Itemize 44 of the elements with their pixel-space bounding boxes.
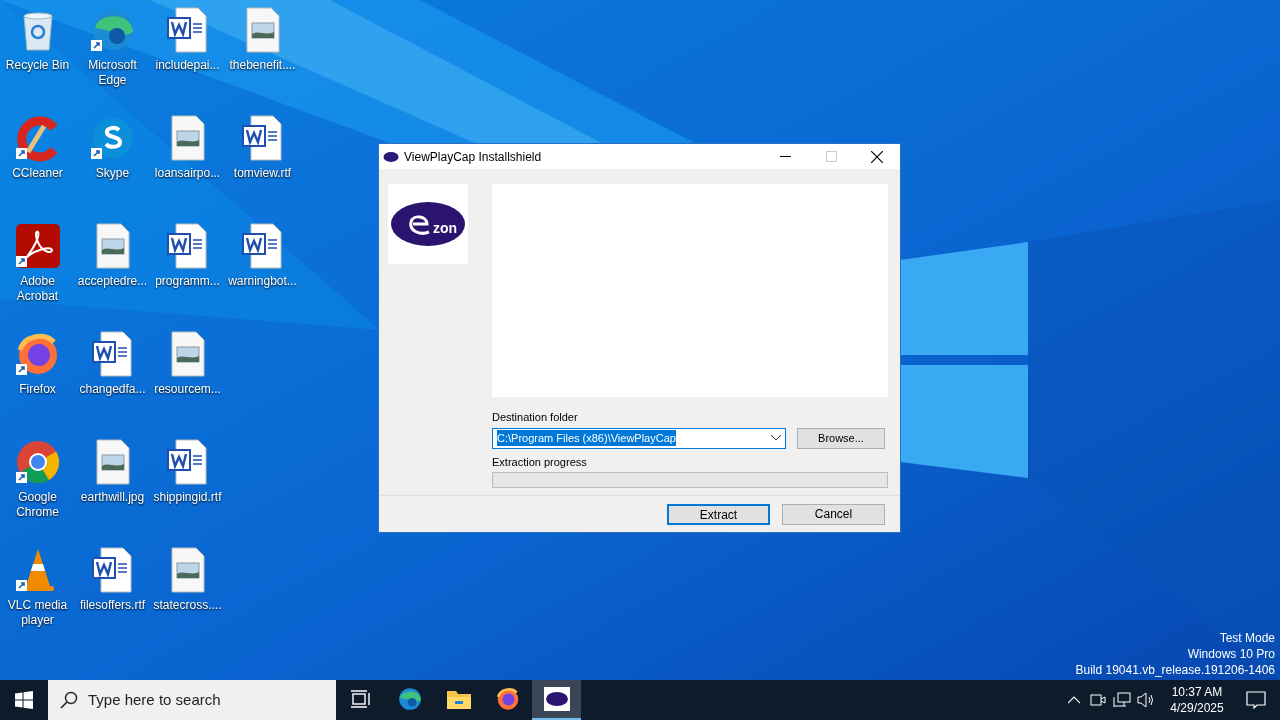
- desktop-icon-label[interactable]: Recycle Bin: [0, 58, 75, 73]
- desktop-icon-label[interactable]: Firefox: [0, 382, 75, 397]
- system-info-text: Windows 10 Pro: [1187, 646, 1275, 662]
- desktop-icon-label[interactable]: changedfa...: [75, 382, 150, 397]
- field-label: Destination folder: [492, 410, 579, 425]
- window-title: ViewPlayCap Installshield: [404, 148, 543, 166]
- system-info-text: Test Mode: [1219, 630, 1275, 646]
- desktop-icon-label[interactable]: includepai...: [150, 58, 225, 73]
- acrobat-icon[interactable]: [13, 222, 62, 270]
- chrome-icon[interactable]: [13, 438, 62, 486]
- desktop-icon-label[interactable]: statecross....: [150, 598, 225, 613]
- chevron-down-icon[interactable]: [771, 435, 781, 441]
- desktop-icon-label[interactable]: filesoffers.rtf: [75, 598, 150, 613]
- browse-button[interactable]: Browse...: [797, 427, 885, 449]
- desktop-icon-label[interactable]: thebenefit....: [225, 58, 300, 73]
- desktop-icon-label[interactable]: acceptedre...: [75, 274, 150, 289]
- desktop-icon-label[interactable]: shippingid.rtf: [150, 490, 225, 505]
- desktop-icon-label[interactable]: Microsoft Edge: [75, 58, 150, 88]
- combo-box[interactable]: C:\Program Files (x86)\ViewPlayCap: [492, 427, 786, 449]
- desktop-icon-label[interactable]: loansairpo...: [150, 166, 225, 181]
- search-icon: [60, 691, 78, 709]
- search-field[interactable]: Type here to search: [48, 680, 336, 720]
- app-icon: [383, 150, 399, 163]
- field-label: Extraction progress: [492, 454, 588, 470]
- close-icon: [871, 150, 883, 163]
- windows-logo-icon: [15, 691, 33, 709]
- desktop-icon-label[interactable]: Adobe Acrobat: [0, 274, 75, 304]
- clock[interactable]: 10:37 AM 4/29/2025: [1162, 680, 1232, 720]
- desktop-icon-label[interactable]: programm...: [150, 274, 225, 289]
- desktop-icon-label[interactable]: resourcem...: [150, 382, 225, 397]
- desktop-icon-label[interactable]: Skype: [75, 166, 150, 181]
- speech-bubble-icon: [1246, 691, 1266, 709]
- system-info-text: Build 19041.vb_release.191206-1406: [1075, 662, 1275, 678]
- desktop-icon-label[interactable]: VLC media player: [0, 598, 75, 628]
- maximize-icon: [825, 151, 837, 162]
- logo-text: zon: [432, 218, 457, 238]
- dialog-button[interactable]: Extract: [667, 503, 770, 525]
- app-icon[interactable]: [532, 680, 581, 720]
- desktop-icon-label[interactable]: CCleaner: [0, 166, 75, 181]
- desktop-icon-label[interactable]: Google Chrome: [0, 490, 75, 520]
- dialog-button[interactable]: Cancel: [782, 503, 885, 525]
- desktop-icon-label[interactable]: earthwill.jpg: [75, 490, 150, 505]
- desktop-icon-label[interactable]: tomview.rtf: [225, 166, 300, 181]
- desktop-icon-label[interactable]: warningbot...: [225, 274, 300, 289]
